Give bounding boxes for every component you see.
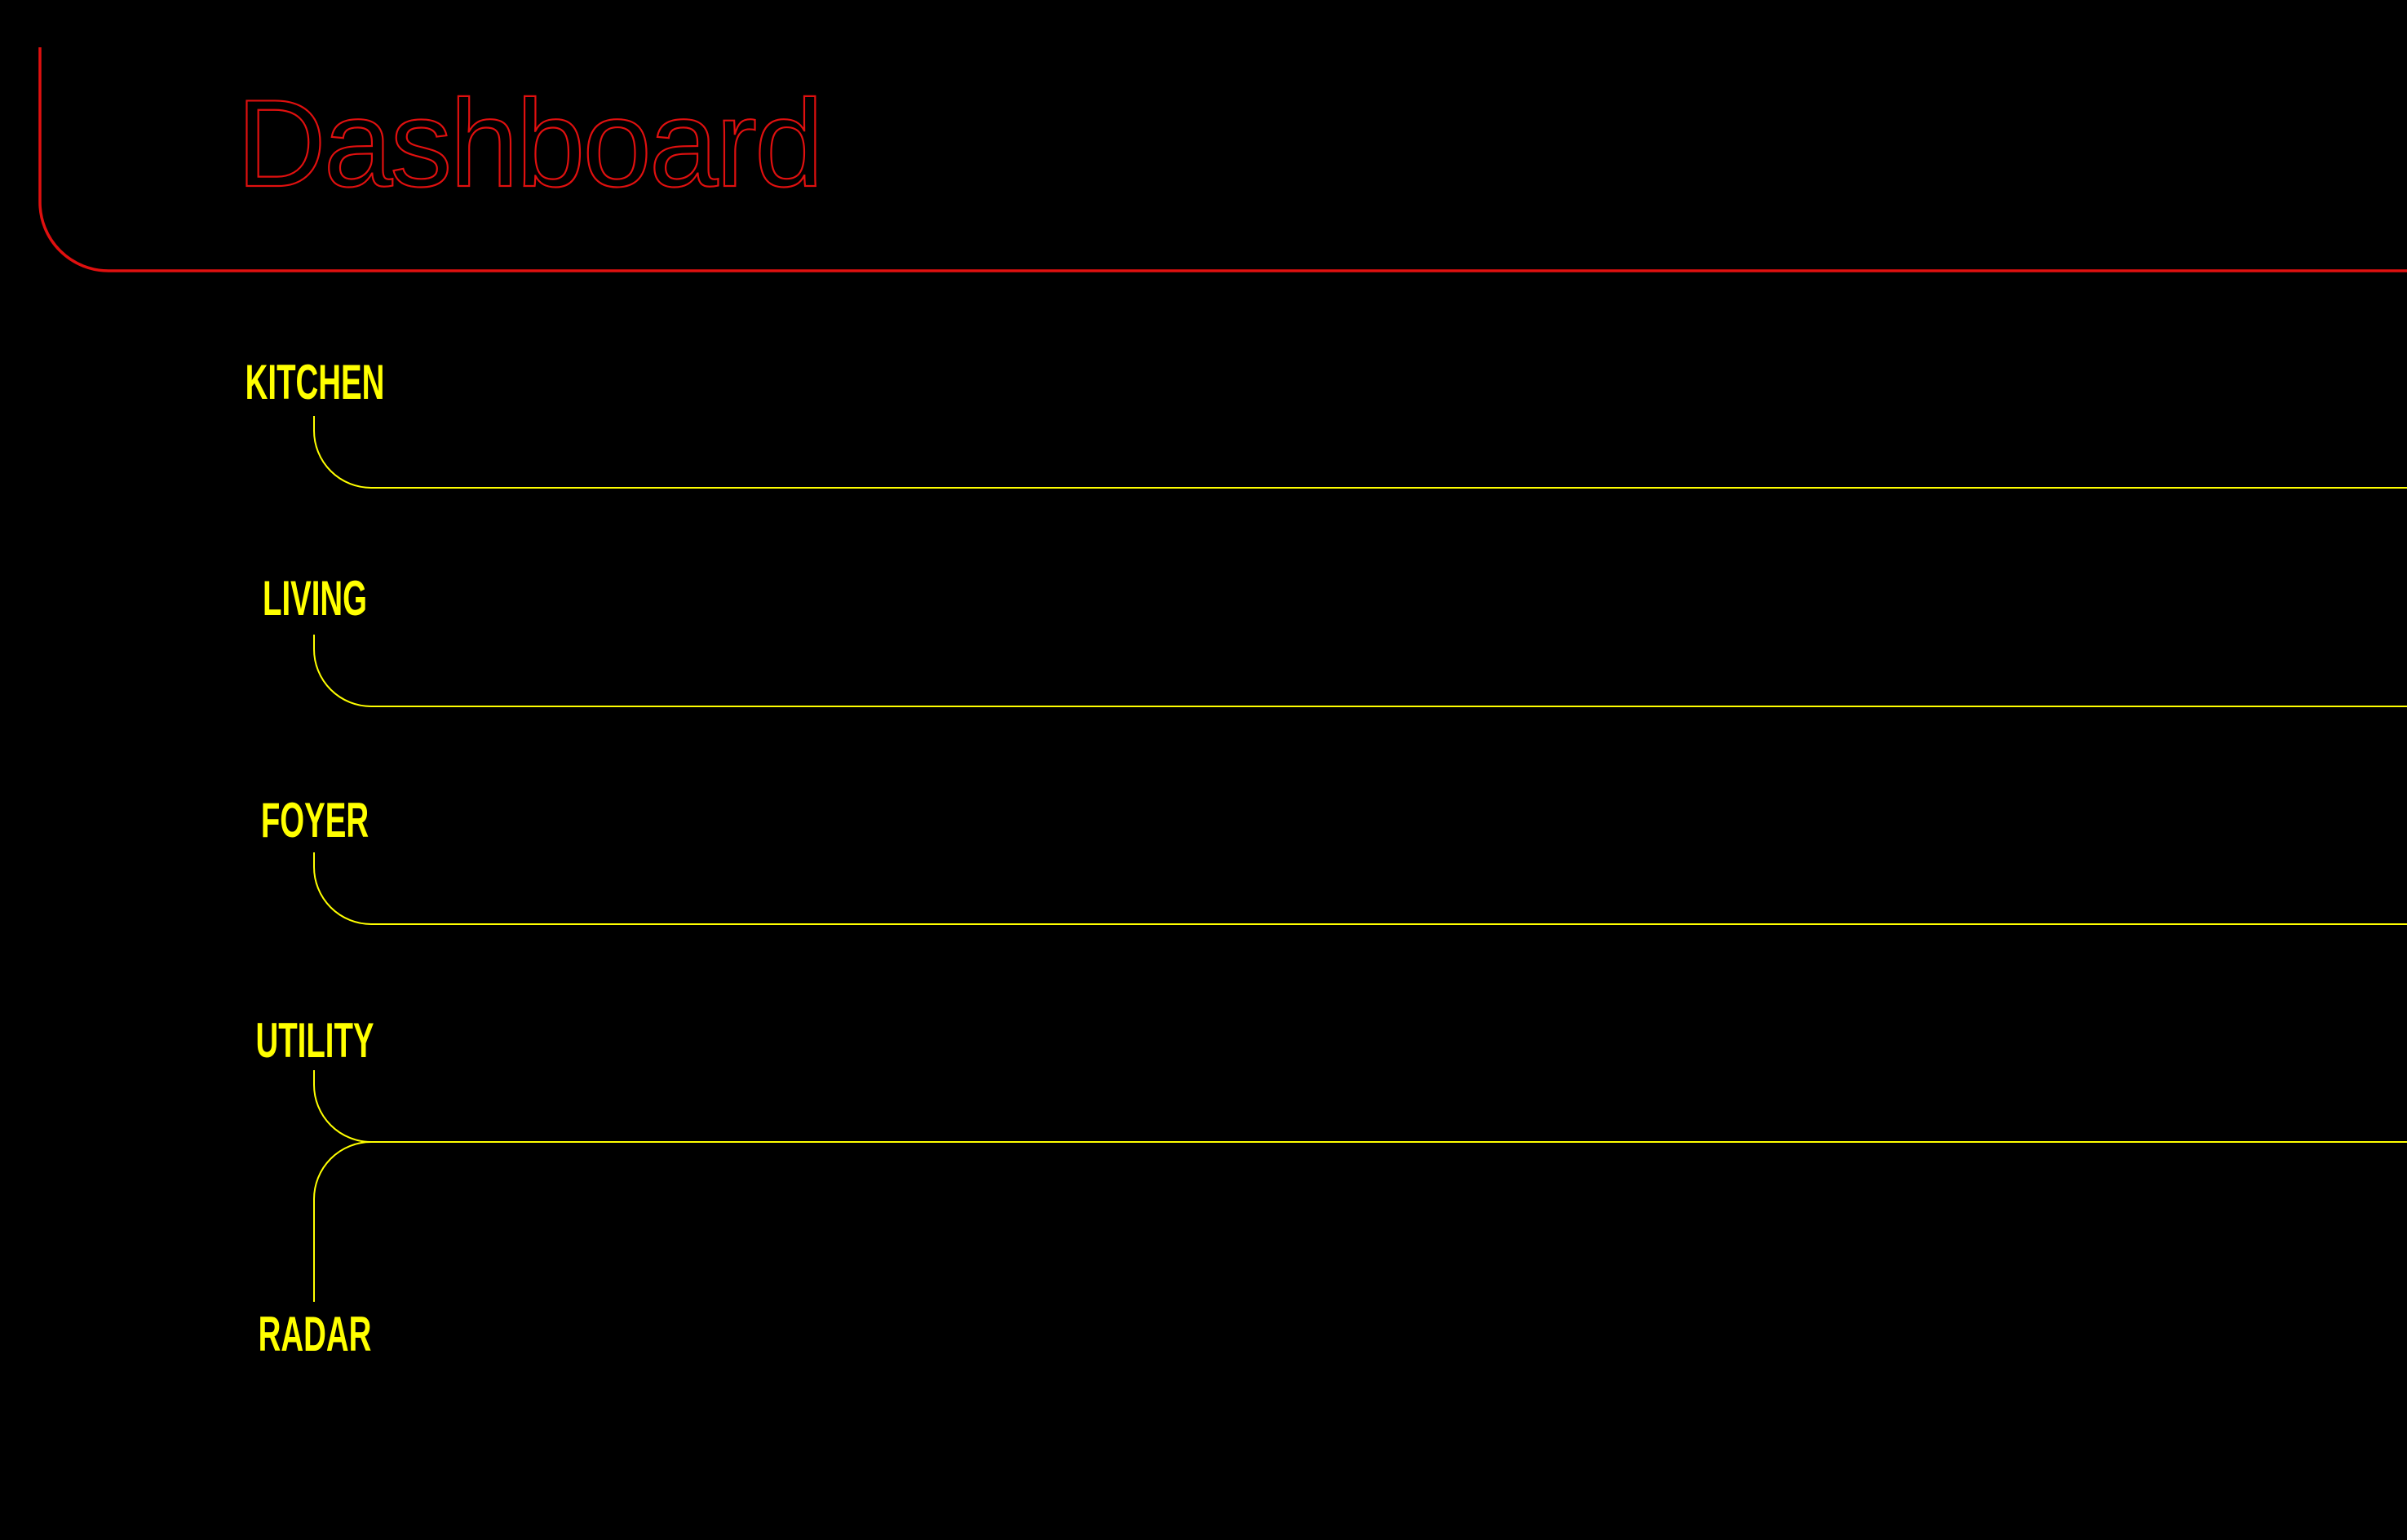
radar-bracket-line	[313, 1141, 372, 1302]
room-label-foyer[interactable]: FOYER	[261, 796, 369, 845]
kitchen-bracket-line	[313, 416, 2407, 489]
page-title: Dashboard	[236, 74, 825, 213]
utility-bracket-line	[313, 1070, 2407, 1143]
foyer-bracket-line	[313, 852, 2407, 925]
room-label-utility[interactable]: UTILITY	[255, 1016, 374, 1065]
room-label-radar[interactable]: RADAR	[259, 1310, 372, 1359]
living-bracket-line	[313, 635, 2407, 707]
room-label-kitchen[interactable]: KITCHEN	[246, 358, 385, 407]
room-label-living[interactable]: LIVING	[263, 574, 367, 623]
